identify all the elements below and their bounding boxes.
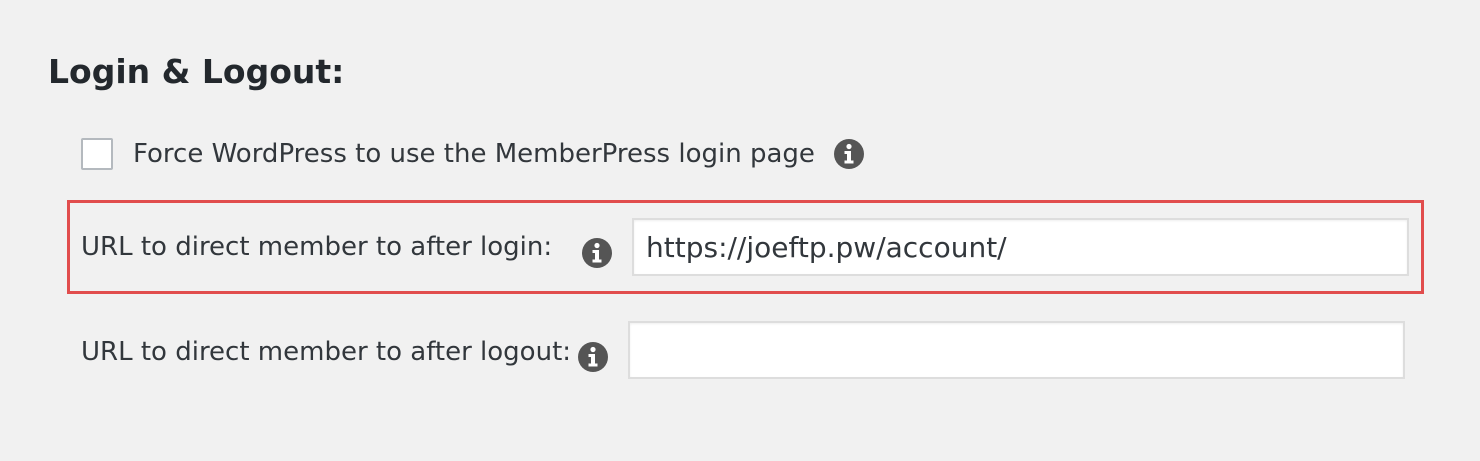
section-title: Login & Logout: (48, 52, 345, 91)
info-icon[interactable] (577, 341, 609, 373)
info-icon[interactable] (581, 237, 613, 269)
logout-redirect-url-input[interactable] (628, 321, 1405, 379)
login-redirect-label: URL to direct member to after login: (81, 232, 553, 262)
login-redirect-url-input[interactable] (632, 218, 1409, 276)
info-icon[interactable] (833, 138, 865, 170)
logout-redirect-label: URL to direct member to after logout: (81, 337, 572, 367)
force-login-checkbox[interactable] (81, 138, 113, 170)
force-login-label[interactable]: Force WordPress to use the MemberPress l… (133, 139, 815, 169)
force-login-row: Force WordPress to use the MemberPress l… (81, 135, 865, 173)
